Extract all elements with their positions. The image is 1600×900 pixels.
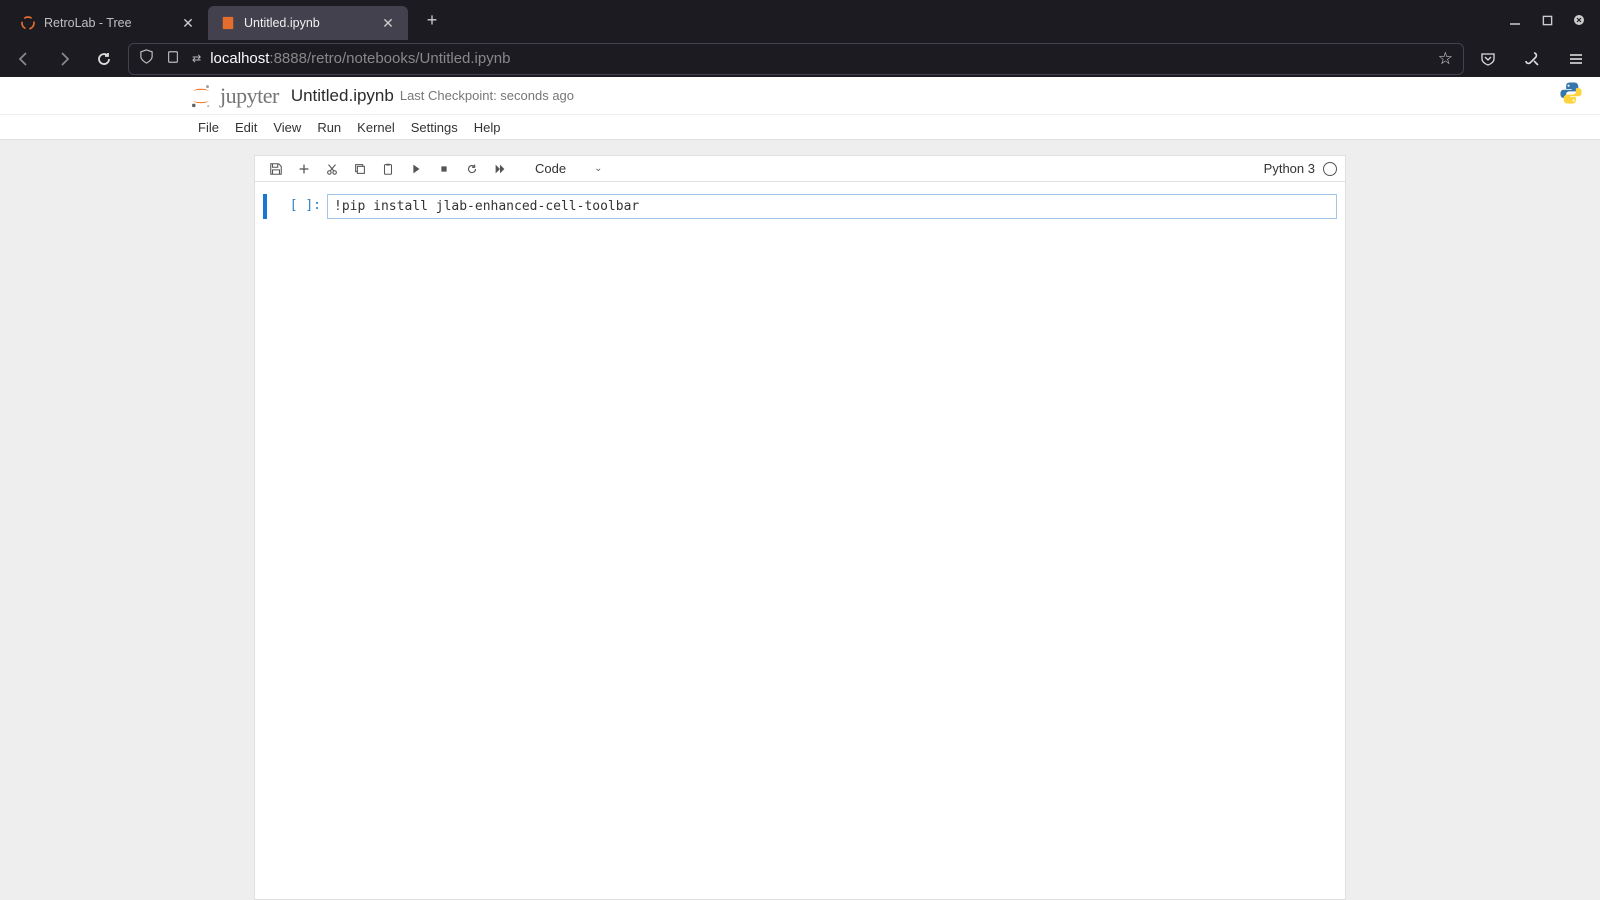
address-bar-row: ⇄ localhost:8888/retro/notebooks/Untitle… <box>0 40 1600 77</box>
browser-tabstrip: RetroLab - Tree ✕ Untitled.ipynb ✕ + <box>0 0 1600 40</box>
retrolab-favicon <box>20 15 36 31</box>
permissions-icon[interactable]: ⇄ <box>192 52 200 65</box>
jupyter-logo[interactable]: jupyter <box>190 83 279 109</box>
maximize-icon[interactable] <box>1540 13 1554 27</box>
menu-help[interactable]: Help <box>466 116 509 139</box>
tab-untitled-ipynb[interactable]: Untitled.ipynb ✕ <box>208 6 408 40</box>
python-kernel-logo <box>1558 80 1584 111</box>
restart-button[interactable] <box>459 158 485 180</box>
jupyter-logo-icon <box>190 83 212 109</box>
kernel-status-indicator[interactable] <box>1323 162 1337 176</box>
cell-type-value: Code <box>535 161 566 176</box>
new-tab-button[interactable]: + <box>416 4 448 36</box>
menu-edit[interactable]: Edit <box>227 116 265 139</box>
tab-title: RetroLab - Tree <box>44 16 172 30</box>
close-icon[interactable]: ✕ <box>180 15 196 31</box>
notebook-filename[interactable]: Untitled.ipynb <box>291 86 394 106</box>
minimize-icon[interactable] <box>1508 13 1522 27</box>
run-all-button[interactable] <box>487 158 513 180</box>
close-icon[interactable]: ✕ <box>380 15 396 31</box>
url-port: :8888 <box>269 50 307 67</box>
cell-type-select[interactable]: Code ⌄ <box>527 158 620 180</box>
jupyter-logo-text: jupyter <box>220 83 279 109</box>
code-cell[interactable]: [ ]: !pip install jlab-enhanced-cell-too… <box>263 194 1337 219</box>
url-path: /retro/notebooks/Untitled.ipynb <box>307 50 510 67</box>
run-button[interactable] <box>403 158 429 180</box>
tabs-area: RetroLab - Tree ✕ Untitled.ipynb ✕ + <box>8 0 448 40</box>
url-host: localhost <box>210 50 269 67</box>
url-icons: ⇄ <box>139 49 200 68</box>
devtools-icon[interactable] <box>1516 43 1548 75</box>
checkpoint-text: Last Checkpoint: seconds ago <box>400 88 574 103</box>
url-text: localhost:8888/retro/notebooks/Untitled.… <box>210 50 510 67</box>
cell-collapse-bar[interactable] <box>263 194 267 219</box>
stop-button[interactable] <box>431 158 457 180</box>
cells-area: [ ]: !pip install jlab-enhanced-cell-too… <box>255 182 1345 231</box>
menu-view[interactable]: View <box>265 116 309 139</box>
pocket-icon[interactable] <box>1472 43 1504 75</box>
reload-button[interactable] <box>88 43 120 75</box>
tab-title: Untitled.ipynb <box>244 16 372 30</box>
add-cell-button[interactable] <box>291 158 317 180</box>
cell-code[interactable]: !pip install jlab-enhanced-cell-toolbar <box>334 199 1330 214</box>
shield-icon[interactable] <box>139 49 154 68</box>
jupyter-page: jupyter Untitled.ipynb Last Checkpoint: … <box>0 77 1600 900</box>
bookmark-icon[interactable]: ☆ <box>1438 49 1453 69</box>
notebook-favicon <box>220 15 236 31</box>
menu-settings[interactable]: Settings <box>403 116 466 139</box>
notebook-body: Code ⌄ Python 3 [ ]: !pip install jlab-e… <box>0 140 1600 900</box>
paste-button[interactable] <box>375 158 401 180</box>
close-window-icon[interactable] <box>1572 13 1586 27</box>
page-info-icon[interactable] <box>166 50 180 68</box>
hamburger-menu-icon[interactable] <box>1560 43 1592 75</box>
cell-prompt: [ ]: <box>271 194 327 219</box>
forward-button[interactable] <box>48 43 80 75</box>
window-controls <box>1508 13 1592 27</box>
menubar: File Edit View Run Kernel Settings Help <box>0 115 1600 140</box>
cell-input-area[interactable]: !pip install jlab-enhanced-cell-toolbar <box>327 194 1337 219</box>
menu-run[interactable]: Run <box>309 116 349 139</box>
notebook-container: Code ⌄ Python 3 [ ]: !pip install jlab-e… <box>254 155 1346 900</box>
kernel-name[interactable]: Python 3 <box>1264 161 1315 176</box>
tab-retrolab-tree[interactable]: RetroLab - Tree ✕ <box>8 6 208 40</box>
save-button[interactable] <box>263 158 289 180</box>
chevron-down-icon: ⌄ <box>594 163 602 174</box>
notebook-toolbar: Code ⌄ Python 3 <box>255 156 1345 182</box>
url-bar[interactable]: ⇄ localhost:8888/retro/notebooks/Untitle… <box>128 43 1464 75</box>
menu-file[interactable]: File <box>190 116 227 139</box>
cut-button[interactable] <box>319 158 345 180</box>
jupyter-header: jupyter Untitled.ipynb Last Checkpoint: … <box>0 77 1600 115</box>
menu-kernel[interactable]: Kernel <box>349 116 403 139</box>
back-button[interactable] <box>8 43 40 75</box>
toolbar-right-icons <box>1472 43 1592 75</box>
copy-button[interactable] <box>347 158 373 180</box>
